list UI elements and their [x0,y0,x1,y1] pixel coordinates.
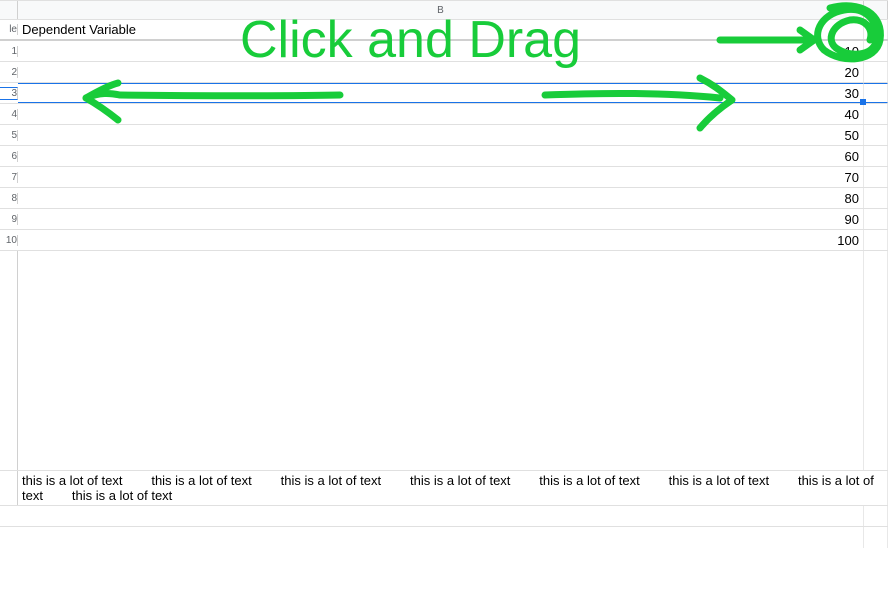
table-row[interactable]: 9 90 [0,209,888,230]
cell-B[interactable]: 90 [18,209,864,229]
data-rows: 1 10 2 20 3 30 4 40 5 50 6 60 7 70 8 80 9 90 10 100 [0,41,888,251]
trailing-cell-B[interactable] [18,527,864,548]
cell-C[interactable] [864,104,888,124]
cell-B[interactable]: 30 [18,83,864,103]
cell-C[interactable] [864,167,888,187]
fill-handle[interactable] [860,99,866,105]
trailing-cell-B[interactable] [18,506,864,526]
header-data-row[interactable]: le Dependent Variable [0,20,888,41]
header-cell-B-text: Dependent Variable [22,22,136,37]
cell-B[interactable]: 40 [18,104,864,124]
col-header-C[interactable] [864,1,888,19]
cell-value: 100 [837,233,859,248]
cell-value: 80 [845,191,859,206]
spreadsheet: B le Dependent Variable 1 10 2 20 3 30 4 40 5 50 6… [0,0,888,590]
table-row[interactable]: 6 60 [0,146,888,167]
row-header[interactable]: 6 [0,151,18,162]
cell-value: 60 [845,149,859,164]
cell-B[interactable]: 70 [18,167,864,187]
row-header[interactable]: 10 [0,235,18,246]
long-text-row[interactable]: this is a lot of text this is a lot of t… [0,471,888,506]
cell-C[interactable] [864,209,888,229]
cell-C[interactable] [864,62,888,82]
table-row[interactable]: 2 20 [0,62,888,83]
cell-C[interactable] [864,230,888,250]
row-header[interactable]: 3 [0,87,18,100]
table-row[interactable]: 1 10 [0,41,888,62]
partial-col-A-label: le [9,24,17,35]
cell-C[interactable] [864,83,888,103]
row-header[interactable]: 5 [0,130,18,141]
row-header[interactable]: 1 [0,46,18,57]
col-header-B[interactable]: B [18,1,864,19]
row-header[interactable]: 2 [0,67,18,78]
cell-value: 40 [845,107,859,122]
cell-C[interactable] [864,41,888,61]
cell-B[interactable]: 10 [18,41,864,61]
table-row[interactable]: 5 50 [0,125,888,146]
cell-B[interactable]: 50 [18,125,864,145]
cell-value: 70 [845,170,859,185]
cell-B[interactable]: 100 [18,230,864,250]
cell-B[interactable]: 60 [18,146,864,166]
trailing-cell-C[interactable] [864,527,888,548]
trailing-row[interactable] [0,527,888,548]
blank-cell-C[interactable] [864,251,888,470]
cell-B[interactable]: 80 [18,188,864,208]
col-B-label: B [437,5,444,16]
cell-value: 10 [845,44,859,59]
table-row[interactable]: 7 70 [0,167,888,188]
blank-area[interactable] [0,251,888,471]
header-cell-C[interactable] [864,20,888,39]
cell-value: 30 [845,86,859,101]
row-header-longtext[interactable] [0,471,18,505]
table-row[interactable]: 3 30 [0,83,888,104]
cell-value: 90 [845,212,859,227]
row-header[interactable]: 8 [0,193,18,204]
table-row[interactable]: 10 100 [0,230,888,251]
table-row[interactable]: 4 40 [0,104,888,125]
trailing-row[interactable] [0,506,888,527]
row-header[interactable]: 4 [0,109,18,120]
row-header-partial-label[interactable]: le [0,24,18,35]
column-header-bar: B [0,0,888,20]
header-cell-B[interactable]: Dependent Variable [18,20,864,39]
cell-C[interactable] [864,125,888,145]
long-text: this is a lot of text this is a lot of t… [22,473,877,503]
cell-C[interactable] [864,146,888,166]
row-header[interactable]: 9 [0,214,18,225]
long-text-cell[interactable]: this is a lot of text this is a lot of t… [18,471,888,505]
row-header[interactable]: 7 [0,172,18,183]
trailing-cell-C[interactable] [864,506,888,526]
row-header-blank[interactable] [0,251,18,470]
cell-B[interactable]: 20 [18,62,864,82]
cell-value: 20 [845,65,859,80]
cell-C[interactable] [864,188,888,208]
blank-cell-B[interactable] [18,251,864,470]
cell-value: 50 [845,128,859,143]
col-header-partial-A[interactable] [0,1,18,19]
table-row[interactable]: 8 80 [0,188,888,209]
